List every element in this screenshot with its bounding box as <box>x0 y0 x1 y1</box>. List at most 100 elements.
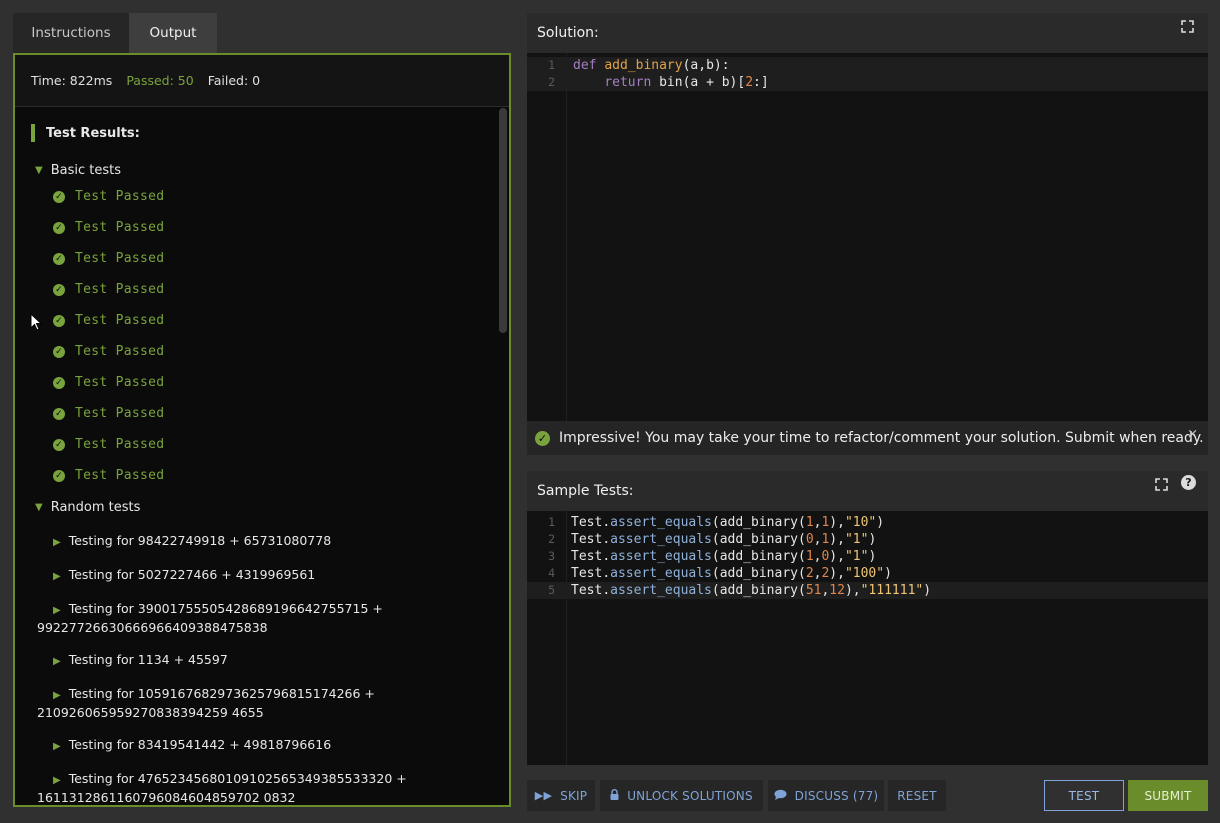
results-heading: Test Results: <box>31 124 509 142</box>
skip-button[interactable]: ▶▶ SKIP <box>527 780 595 811</box>
random-test-label: Testing for 4765234568010910256534938553… <box>68 771 407 786</box>
passed-label: Test Passed <box>75 251 165 266</box>
check-circle-icon: ✓ <box>53 469 65 482</box>
random-test-item[interactable]: ▶ Testing for 476523456801091025653493855… <box>31 770 509 805</box>
expand-arrow-icon: ▶ <box>53 690 61 701</box>
output-panel: Time: 822ms Passed: 50 Failed: 0 Test Re… <box>13 53 511 807</box>
check-circle-icon: ✓ <box>53 190 65 203</box>
line-gutter <box>527 53 567 421</box>
test-results: Test Results: ▼ Basic tests ✓ Test Passed… <box>15 124 509 805</box>
time-stat: Time: 822ms <box>31 73 113 88</box>
passed-label: Test Passed <box>75 282 165 297</box>
heading-bar <box>31 124 35 142</box>
check-circle-icon: ✓ <box>53 221 65 234</box>
submit-button[interactable]: SUBMIT <box>1128 780 1208 811</box>
code-line: 3 Test.assert_equals(add_binary(1,0),"1") <box>548 549 877 564</box>
sample-tests-panel: Sample Tests: ? 1 Test.assert_equals(add_… <box>527 471 1208 765</box>
expand-arrow-icon: ▶ <box>53 656 61 667</box>
solution-header: Solution: <box>527 13 1208 53</box>
reset-button[interactable]: RESET <box>888 780 946 811</box>
mouse-cursor-icon <box>30 313 42 331</box>
expand-arrow-icon: ▶ <box>53 571 61 582</box>
random-test-label: Testing for 1134 + 45597 <box>68 652 228 667</box>
random-test-label: Testing for 3900175550542868919664275571… <box>68 601 383 616</box>
fast-forward-icon: ▶▶ <box>534 789 553 802</box>
test-passed-row: ✓ Test Passed <box>31 243 509 274</box>
code-line: 4 Test.assert_equals(add_binary(2,2),"100… <box>548 566 892 581</box>
test-passed-row: ✓ Test Passed <box>31 274 509 305</box>
group-label: Basic tests <box>50 162 121 178</box>
expand-arrow-icon: ▶ <box>53 537 61 548</box>
expand-arrow-icon: ▶ <box>53 605 61 616</box>
expand-arrow-icon: ▶ <box>53 775 61 786</box>
expand-icon[interactable] <box>1181 20 1194 36</box>
random-test-item[interactable]: ▶ Testing for 5027227466 + 4319969561 <box>31 566 509 585</box>
passed-label: Test Passed <box>75 406 165 421</box>
sample-tests-editor[interactable]: 1 Test.assert_equals(add_binary(1,1),"10"… <box>527 511 1208 765</box>
random-test-item[interactable]: ▶ Testing for 83419541442 + 49818796616 <box>31 736 509 755</box>
solution-editor[interactable]: 1 def add_binary(a,b): 2 return bin(a + b… <box>527 53 1208 421</box>
random-test-label: Testing for 5027227466 + 4319969561 <box>68 567 316 582</box>
sample-tests-header: Sample Tests: ? <box>527 471 1208 511</box>
passed-label: Test Passed <box>75 344 165 359</box>
failed-stat: Failed: 0 <box>207 73 261 88</box>
group-random-tests[interactable]: ▼ Random tests <box>31 497 509 517</box>
random-test-label: Testing for 83419541442 + 49818796616 <box>68 737 332 752</box>
test-button[interactable]: TEST <box>1044 780 1124 811</box>
random-test-item[interactable]: ▶ Testing for 1134 + 45597 <box>31 651 509 670</box>
random-test-item[interactable]: ▶ Testing for 105916768297362579681517426… <box>31 685 509 721</box>
check-circle-icon: ✓ <box>53 345 65 358</box>
code-line: 1 def add_binary(a,b): <box>527 57 1208 74</box>
test-passed-row: ✓ Test Passed <box>31 212 509 243</box>
code-line: 2 Test.assert_equals(add_binary(0,1),"1") <box>548 532 877 547</box>
banner-text: Impressive! You may take your time to re… <box>559 430 1204 446</box>
check-circle-icon: ✓ <box>53 252 65 265</box>
chat-icon <box>774 789 787 803</box>
expand-icon[interactable] <box>1155 478 1168 494</box>
check-circle-icon: ✓ <box>53 283 65 296</box>
test-passed-row: ✓ Test Passed <box>31 367 509 398</box>
random-test-label-cont: 99227726630666966409388475838 <box>37 620 268 635</box>
random-test-item[interactable]: ▶ Testing for 390017555054286891966427557… <box>31 600 509 636</box>
unlock-solutions-button[interactable]: UNLOCK SOLUTIONS <box>600 780 763 811</box>
test-passed-row: ✓ Test Passed <box>31 181 509 212</box>
sample-tests-title: Sample Tests: <box>537 483 634 499</box>
check-circle-icon: ✓ <box>535 430 550 446</box>
test-passed-row: ✓ Test Passed <box>31 398 509 429</box>
group-label: Random tests <box>50 499 141 515</box>
code-line: 1 Test.assert_equals(add_binary(1,1),"10"… <box>548 515 885 530</box>
close-icon[interactable]: × <box>1187 427 1198 442</box>
check-circle-icon: ✓ <box>53 407 65 420</box>
success-banner: ✓ Impressive! You may take your time to … <box>527 421 1208 455</box>
passed-label: Test Passed <box>75 437 165 452</box>
random-test-label: Testing for 1059167682973625796815174266… <box>68 686 375 701</box>
check-circle-icon: ✓ <box>53 314 65 327</box>
check-circle-icon: ✓ <box>53 438 65 451</box>
output-scrollbar[interactable] <box>499 108 507 333</box>
passed-list: ✓ Test Passed ✓ Test Passed ✓ Test Passed ✓ Tes… <box>31 181 509 491</box>
random-test-label: Testing for 98422749918 + 65731080778 <box>68 533 332 548</box>
solution-panel: Solution: 1 def add_binary(a,b): 2 return… <box>527 13 1208 421</box>
passed-label: Test Passed <box>75 220 165 235</box>
random-tests-list: ▶ Testing for 98422749918 + 65731080778 ▶ T… <box>31 532 509 805</box>
test-passed-row: ✓ Test Passed <box>31 305 509 336</box>
random-test-label-cont: 1611312861160796084604859702 0832 <box>37 790 296 805</box>
random-test-label-cont: 210926065959270838394259 4655 <box>37 705 264 720</box>
test-passed-row: ✓ Test Passed <box>31 336 509 367</box>
passed-label: Test Passed <box>75 375 165 390</box>
test-stats: Time: 822ms Passed: 50 Failed: 0 <box>15 55 509 107</box>
passed-label: Test Passed <box>75 189 165 204</box>
help-icon[interactable]: ? <box>1181 475 1196 490</box>
lock-icon <box>610 788 619 803</box>
code-line: 5 Test.assert_equals(add_binary(51,12),"1… <box>527 582 1208 599</box>
test-passed-row: ✓ Test Passed <box>31 429 509 460</box>
tab-output[interactable]: Output <box>129 13 217 53</box>
discuss-button[interactable]: DISCUSS (77) <box>768 780 884 811</box>
passed-label: Test Passed <box>75 468 165 483</box>
group-basic-tests[interactable]: ▼ Basic tests <box>31 160 509 180</box>
tab-instructions[interactable]: Instructions <box>13 13 129 53</box>
results-title: Test Results: <box>46 125 140 141</box>
random-test-item[interactable]: ▶ Testing for 98422749918 + 65731080778 <box>31 532 509 551</box>
solution-title: Solution: <box>537 25 599 41</box>
expand-triangle-icon: ▼ <box>35 164 43 176</box>
